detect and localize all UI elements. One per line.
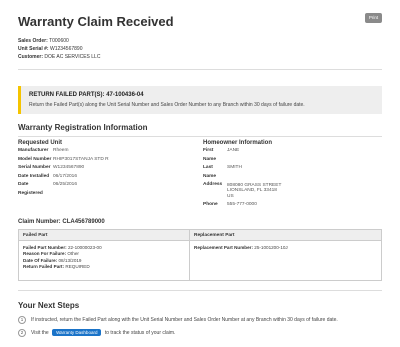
- sales-order-row: Sales Order: T000600: [18, 38, 69, 44]
- customer-row: Customer: DOE AC SERVICES LLC: [18, 54, 101, 60]
- replacement-part-field: Replacement Part Number: 25-1001200-10J: [194, 244, 288, 250]
- unit-field: Serial Number W1234567890: [18, 165, 85, 171]
- replacement-part-header: Replacement Part: [194, 232, 235, 238]
- claim-number-value: CLA456789000: [62, 218, 105, 225]
- divider: [18, 136, 382, 137]
- step-number-badge: 1: [18, 315, 26, 324]
- requested-unit-title: Requested Unit: [18, 140, 63, 146]
- page-title: Warranty Claim Received: [18, 14, 174, 29]
- homeowner-first-name: First Name JANE: [203, 148, 240, 162]
- claim-number: Claim Number: CLA456789000: [18, 218, 105, 225]
- unit-field: Date Registered 06/25/2016: [18, 182, 78, 196]
- address-line: US: [227, 194, 234, 200]
- next-step-2: 2 Visit the Warranty Dashboard to track …: [18, 328, 382, 337]
- alert-title: RETURN FAILED PART(S): 47-100436-04: [29, 92, 144, 98]
- failed-part-header: Failed Part: [19, 229, 190, 240]
- address-line: LIONSLAND, FL 33418: [227, 188, 277, 194]
- next-step-1: 1 If instructed, return the Failed Part …: [18, 315, 382, 324]
- claim-table-header: Failed Part Replacement Part: [19, 229, 381, 241]
- homeowner-phone: Phone 555-777-0000: [203, 202, 257, 208]
- unit-serial-row: Unit Serial #: W1234567890: [18, 46, 83, 52]
- print-button[interactable]: Print: [365, 13, 382, 23]
- replacement-part-cell: Replacement Part Number: 25-1001200-10J: [190, 241, 381, 280]
- unit-serial-value: W1234567890: [49, 46, 83, 52]
- unit-field: Date Installed 06/17/2016: [18, 173, 78, 179]
- step-text: Visit the Warranty Dashboard to track th…: [31, 329, 176, 337]
- failed-part-cell: Failed Part Number: 22-10000023-00 Reaso…: [19, 240, 190, 280]
- failed-part-field: Return Failed Part: REQUIRED: [23, 263, 90, 269]
- unit-field: Manufacturer Rheem: [18, 148, 69, 153]
- sales-order-value: T000600: [49, 38, 69, 44]
- return-part-alert: RETURN FAILED PART(S): 47-100436-04 Retu…: [18, 86, 382, 114]
- alert-text: Return the Failed Part(s) along the Unit…: [29, 102, 305, 108]
- claim-table-body: Failed Part Number: 22-10000023-00 Reaso…: [19, 240, 381, 280]
- divider: [18, 69, 382, 70]
- requested-unit: Requested Unit Manufacturer Rheem Model N…: [18, 139, 203, 210]
- homeowner-title: Homeowner Information: [203, 140, 273, 146]
- next-steps-title: Your Next Steps: [18, 300, 80, 310]
- warranty-claim-page: Warranty Claim Received Print Sales Orde…: [0, 0, 400, 347]
- claim-parts-table: Failed Part Replacement Part Failed Part…: [18, 228, 382, 281]
- warranty-dashboard-button[interactable]: Warranty Dashboard: [52, 329, 102, 337]
- order-meta: Sales Order: T000600 Unit Serial #: W123…: [18, 37, 382, 61]
- registration-columns: Requested Unit Manufacturer Rheem Model N…: [18, 139, 382, 210]
- divider: [18, 289, 382, 291]
- step-number-badge: 2: [18, 328, 26, 337]
- homeowner-info: Homeowner Information First Name JANE Las…: [203, 139, 382, 210]
- step-text: If instructed, return the Failed Part al…: [31, 316, 338, 323]
- registration-title: Warranty Registration Information: [18, 123, 148, 132]
- homeowner-address: Address 808080 GRASS STREET LIONSLAND, F…: [203, 182, 282, 200]
- customer-value: DOE AC SERVICES LLC: [44, 54, 101, 60]
- unit-field: Model Number RHIP3017STANJA STD R: [18, 156, 109, 162]
- homeowner-last-name: Last Name SMITH: [203, 165, 242, 179]
